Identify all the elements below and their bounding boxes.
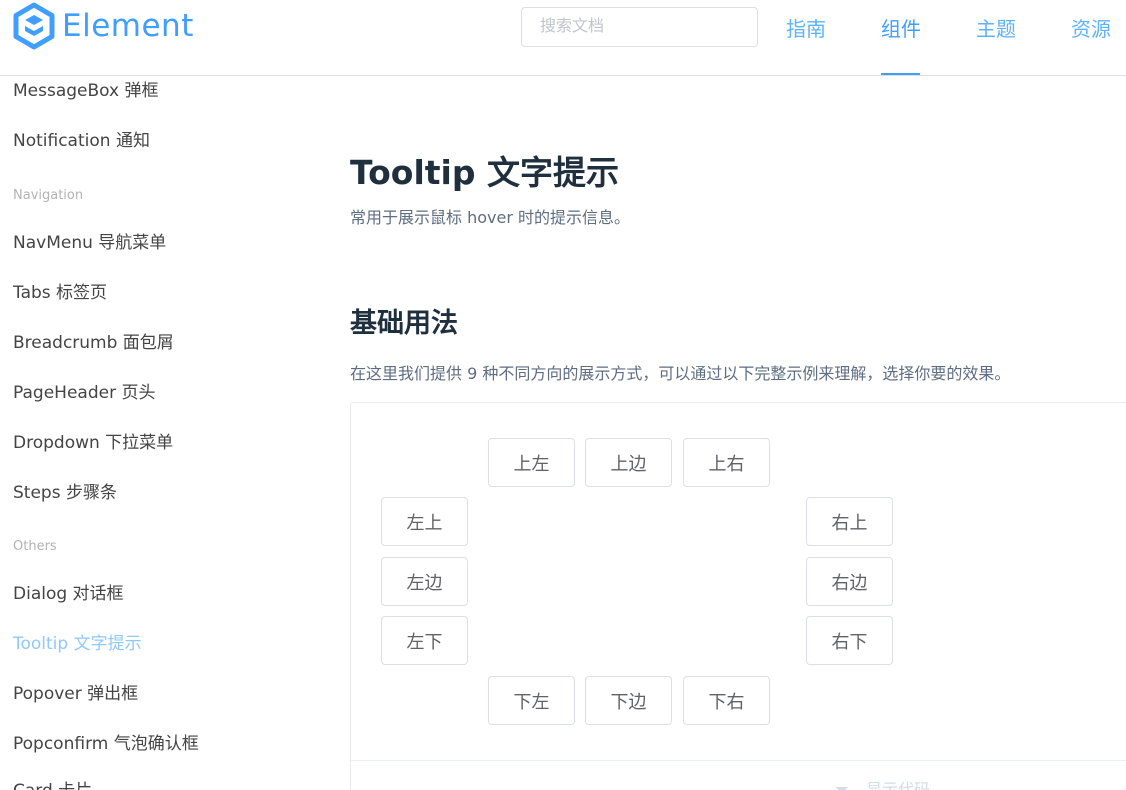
section-title: 基础用法 [350,308,458,339]
sidebar-item-messagebox[interactable]: MessageBox 弹框 [13,76,159,101]
sidebar-item-dialog[interactable]: Dialog 对话框 [13,579,124,604]
tooltip-top-start-button[interactable]: 上左 [488,438,575,487]
nav-guide[interactable]: 指南 [786,13,826,42]
tooltip-bottom-start-button[interactable]: 下左 [488,676,575,725]
nav-component[interactable]: 组件 [881,13,921,42]
nav-resource[interactable]: 资源 [1071,13,1111,42]
tooltip-left-button[interactable]: 左边 [381,557,468,606]
nav-active-underline [881,73,920,75]
sidebar-item-popover[interactable]: Popover 弹出框 [13,679,138,704]
sidebar-item-tabs[interactable]: Tabs 标签页 [13,278,107,303]
tooltip-top-end-button[interactable]: 上右 [683,438,770,487]
search-input[interactable] [521,7,758,47]
show-code-label: 显示代码 [866,780,931,790]
sidebar-item-breadcrumb[interactable]: Breadcrumb 面包屑 [13,328,174,353]
sidebar-item-navmenu[interactable]: NavMenu 导航菜单 [13,228,166,253]
tooltip-right-start-button[interactable]: 右上 [806,497,893,546]
page-title: Tooltip 文字提示 [350,153,619,192]
sidebar-item-dropdown[interactable]: Dropdown 下拉菜单 [13,428,173,453]
demo-footer [350,760,1126,790]
tooltip-top-button[interactable]: 上边 [585,438,672,487]
show-code-toggle[interactable]: 显示代码 [836,776,930,790]
tooltip-bottom-button[interactable]: 下边 [585,676,672,725]
tooltip-right-end-button[interactable]: 右下 [806,616,893,665]
tooltip-right-button[interactable]: 右边 [806,557,893,606]
section-description: 在这里我们提供 9 种不同方向的展示方式，可以通过以下完整示例来理解，选择你要的… [350,364,1011,383]
sidebar-item-card[interactable]: Card 卡片 [13,776,92,790]
tooltip-left-start-button[interactable]: 左上 [381,497,468,546]
tooltip-bottom-end-button[interactable]: 下右 [683,676,770,725]
top-header: Element 指南 组件 主题 资源 [0,0,1126,76]
tooltip-left-end-button[interactable]: 左下 [381,616,468,665]
page-description: 常用于展示鼠标 hover 时的提示信息。 [350,208,630,227]
nav-theme[interactable]: 主题 [976,13,1016,42]
element-hexagon-icon [13,2,55,50]
sidebar: MessageBox 弹框 Notification 通知 Navigation… [0,76,300,790]
sidebar-group-navigation: Navigation [13,188,84,203]
sidebar-item-notification[interactable]: Notification 通知 [13,126,150,151]
logo-text: Element [62,8,194,44]
sidebar-item-steps[interactable]: Steps 步骤条 [13,478,117,503]
sidebar-item-pageheader[interactable]: PageHeader 页头 [13,378,155,403]
sidebar-item-popconfirm[interactable]: Popconfirm 气泡确认框 [13,729,199,754]
sidebar-group-others: Others [13,539,57,554]
element-logo[interactable]: Element [12,2,194,50]
sidebar-item-tooltip[interactable]: Tooltip 文字提示 [13,629,142,654]
